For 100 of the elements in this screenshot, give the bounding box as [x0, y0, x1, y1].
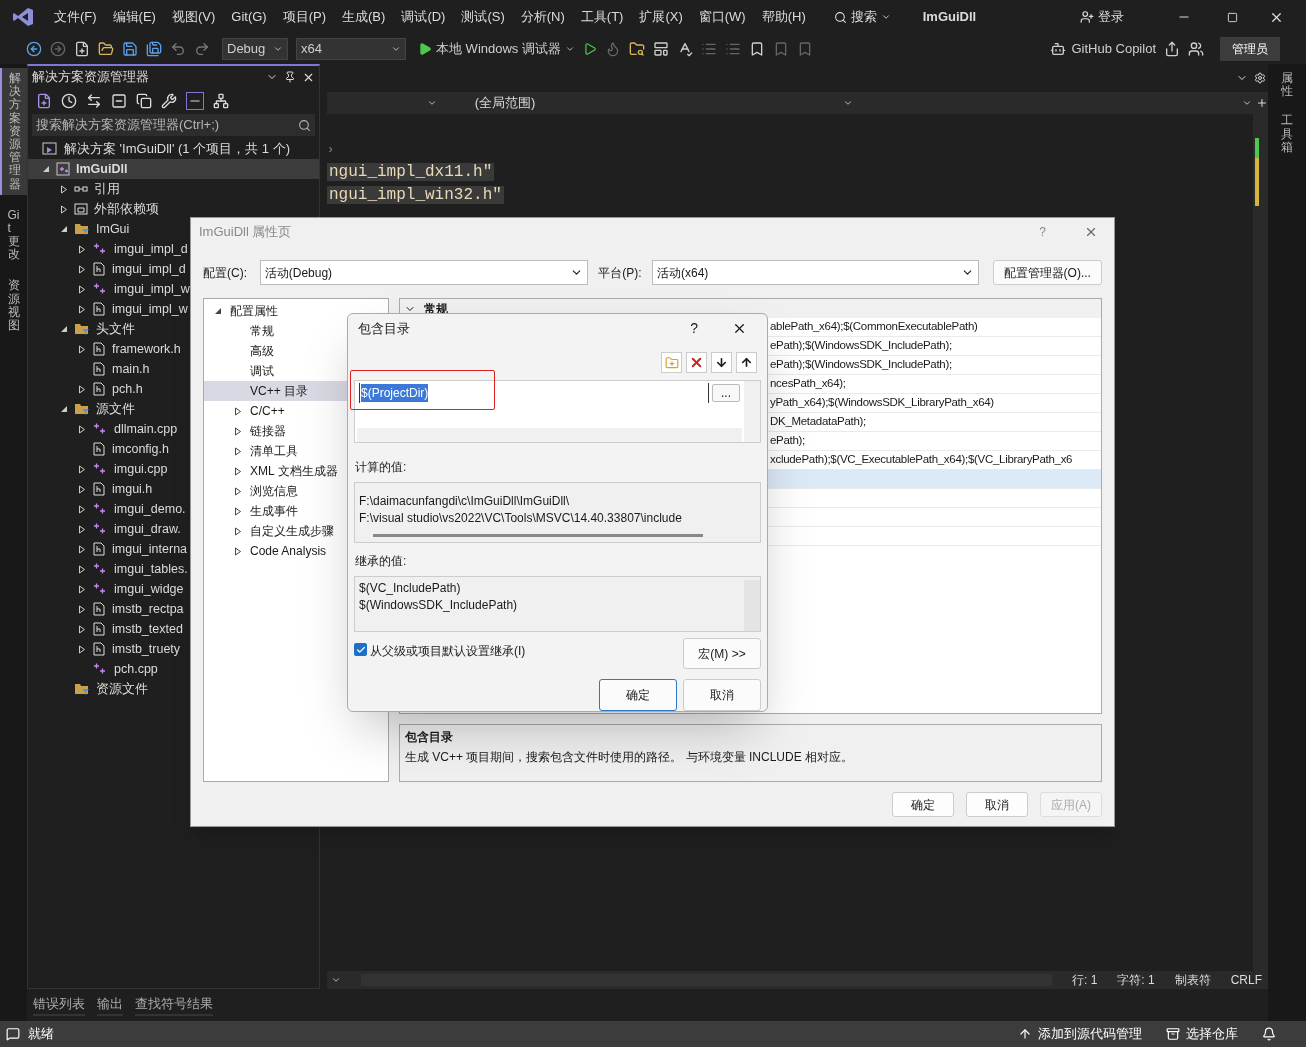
repository-button[interactable]: 选择仓库 — [1166, 1024, 1238, 1044]
new-item-icon[interactable] — [74, 41, 90, 57]
config-manager-button[interactable]: 配置管理器(O)... — [992, 260, 1102, 285]
redo-icon[interactable] — [194, 41, 210, 57]
expanded-arrow-icon[interactable] — [60, 325, 68, 333]
help-button[interactable]: ? — [690, 318, 698, 340]
open-folder-icon[interactable] — [98, 41, 114, 57]
platform-dropdown[interactable]: x64 — [296, 38, 406, 60]
configuration-select[interactable]: 活动(Debug) — [259, 260, 589, 285]
search-field[interactable]: 搜索解决方案资源管理器(Ctrl+;) — [32, 114, 315, 136]
vertical-scrollbar[interactable] — [744, 380, 760, 442]
tree-item[interactable]: pch.cpp — [28, 659, 319, 679]
list-icon[interactable] — [724, 41, 741, 57]
layout-icon[interactable] — [652, 41, 669, 57]
folder-search-icon[interactable] — [628, 41, 645, 57]
expanded-arrow-icon[interactable] — [60, 225, 68, 233]
side-tab[interactable]: Git 更改 — [0, 204, 27, 266]
undo-icon[interactable] — [170, 41, 186, 57]
preview-toggle[interactable] — [186, 92, 204, 110]
menu-item[interactable]: 视图(V) — [163, 7, 224, 27]
tree-item[interactable]: imstb_texted — [28, 619, 319, 639]
tree-item[interactable]: 链接器 — [204, 421, 388, 441]
menu-item[interactable]: 工具(T) — [572, 7, 632, 27]
menu-item[interactable]: 调试(D) — [393, 7, 454, 27]
search-button[interactable]: 搜索 — [827, 7, 897, 27]
menu-item[interactable]: 编辑(E) — [104, 7, 164, 27]
collapsed-arrow-icon[interactable] — [234, 466, 242, 476]
sync-icon[interactable] — [86, 93, 102, 109]
menu-item[interactable]: 项目(P) — [274, 7, 335, 27]
message-icon[interactable] — [6, 1027, 20, 1041]
collapsed-arrow-icon[interactable] — [234, 446, 242, 456]
side-tab[interactable]: 解决方案资源管理器 — [0, 68, 27, 195]
menu-item[interactable]: 窗口(W) — [690, 7, 754, 27]
back-icon[interactable] — [26, 41, 42, 57]
line-ending-indicator[interactable]: CRLF — [1230, 971, 1262, 989]
source-control-button[interactable]: 添加到源代码管理 — [1018, 1024, 1142, 1044]
tree-item[interactable]: imstb_truety — [28, 639, 319, 659]
copilot-button[interactable]: GitHub Copilot — [1050, 39, 1156, 59]
tree-item[interactable]: imgui_tables. — [28, 559, 319, 579]
tree-item[interactable]: imgui_widge — [28, 579, 319, 599]
macros-button[interactable]: 宏(M) >> — [683, 638, 761, 670]
side-tab[interactable]: 资源视图 — [0, 275, 27, 337]
expanded-arrow-icon[interactable] — [60, 405, 68, 413]
pin-icon[interactable] — [284, 71, 296, 83]
move-up-button[interactable] — [736, 352, 757, 374]
split-icon[interactable] — [1256, 97, 1268, 109]
move-down-button[interactable] — [711, 352, 732, 374]
vertical-scrollbar[interactable] — [744, 580, 760, 632]
tree-item[interactable]: imgui_impl_d — [28, 239, 319, 259]
menu-item[interactable]: 帮助(H) — [753, 7, 814, 27]
panel-tab[interactable]: 错误列表 — [33, 994, 85, 1016]
forward-icon[interactable] — [50, 41, 66, 57]
directory-input[interactable]: $(ProjectDir) — [359, 382, 709, 403]
inherit-checkbox[interactable] — [354, 643, 367, 657]
collapsed-arrow-icon[interactable] — [234, 486, 242, 496]
notification-icon[interactable] — [1262, 1027, 1276, 1041]
browse-button[interactable]: ... — [712, 383, 740, 402]
horizontal-scrollbar[interactable] — [373, 533, 703, 537]
collapsed-arrow-icon[interactable] — [234, 426, 242, 436]
panel-tab[interactable]: 查找符号结果 — [135, 994, 213, 1016]
tree-item[interactable]: 配置属性 — [204, 301, 388, 321]
collapsed-arrow-icon[interactable] — [234, 546, 242, 556]
tree-item[interactable]: 外部依赖项 — [28, 199, 319, 219]
expanded-arrow-icon[interactable] — [42, 165, 50, 173]
solution-label[interactable]: 解决方案 'ImGuiDll' (1 个项目，共 1 个) — [64, 139, 290, 159]
pending-changes-icon[interactable] — [61, 93, 77, 109]
login-button[interactable]: 登录 — [1080, 7, 1124, 27]
side-tab[interactable]: 工具箱 — [1268, 110, 1306, 158]
indent-indicator[interactable]: 制表符 — [1174, 971, 1211, 989]
menu-item[interactable]: 文件(F) — [46, 7, 105, 27]
menu-item[interactable]: 测试(S) — [453, 7, 513, 27]
dialog-button[interactable]: 确定 — [599, 679, 677, 711]
dialog-button[interactable]: 取消 — [966, 792, 1028, 817]
collapsed-arrow-icon[interactable] — [234, 406, 242, 416]
properties-icon[interactable] — [161, 93, 177, 109]
side-tab[interactable]: 属性 — [1268, 68, 1306, 103]
live-share-icon[interactable] — [1188, 41, 1204, 57]
save-icon[interactable] — [122, 41, 138, 57]
show-all-files-icon[interactable] — [136, 93, 152, 109]
dialog-button[interactable]: 确定 — [892, 792, 954, 817]
start-debugging-button[interactable]: 本地 Windows 调试器 — [418, 39, 575, 59]
collapsed-arrow-icon[interactable] — [234, 526, 242, 536]
configuration-dropdown[interactable]: Debug — [222, 38, 288, 60]
tree-item[interactable]: C/C++ — [204, 401, 388, 421]
menu-item[interactable]: 生成(B) — [334, 7, 394, 27]
tree-item[interactable]: 清单工具 — [204, 441, 388, 461]
list-icon[interactable] — [700, 41, 717, 57]
menu-item[interactable]: Git(G) — [223, 7, 275, 27]
horizontal-scrollbar[interactable] — [357, 427, 742, 442]
expanded-arrow-icon[interactable] — [214, 307, 222, 315]
panel-tab[interactable]: 输出 — [97, 994, 123, 1016]
tree-item[interactable]: imstb_rectpa — [28, 599, 319, 619]
dialog-button[interactable]: 取消 — [683, 679, 761, 711]
save-all-icon[interactable] — [146, 41, 162, 57]
collapsed-arrow-icon[interactable] — [234, 506, 242, 516]
collapse-all-icon[interactable] — [111, 93, 127, 109]
run-without-debugging-icon[interactable] — [582, 42, 597, 56]
platform-select[interactable]: 活动(x64) — [652, 260, 979, 285]
menu-item[interactable]: 扩展(X) — [631, 7, 691, 27]
share-icon[interactable] — [1164, 41, 1180, 57]
